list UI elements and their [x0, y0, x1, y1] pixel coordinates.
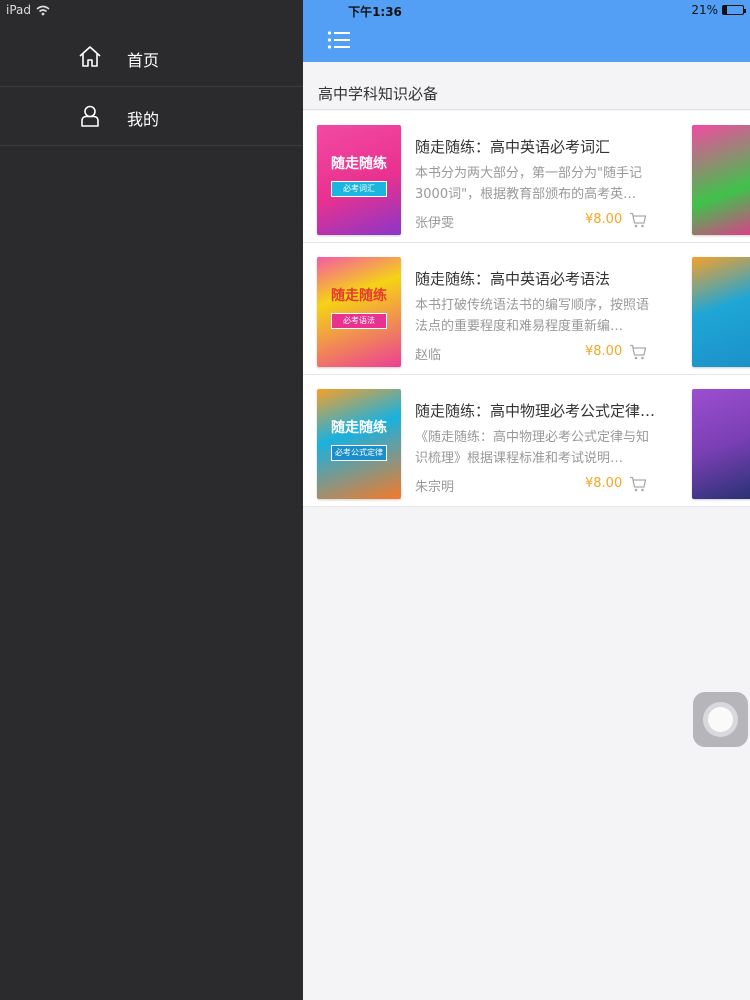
- menu-item-home-label: 首页: [127, 51, 160, 70]
- book-title[interactable]: 随走随练：高中英语必考词汇: [415, 136, 655, 157]
- status-time: 下午1:36: [348, 5, 402, 19]
- book-cover[interactable]: 随走随练 必考词汇: [317, 125, 401, 235]
- book-cover-peek[interactable]: [692, 257, 750, 367]
- book-row[interactable]: 随走随练 必考词汇 随走随练：高中英语必考词汇 本书分为两大部分，第一部分为"随…: [303, 111, 750, 243]
- home-icon: [79, 46, 101, 67]
- book-description: 本书分为两大部分，第一部分为"随手记3000词"，根据教育部颁布的高考英…: [415, 166, 642, 202]
- cover-title: 随走随练: [331, 156, 387, 172]
- book-author: 赵临: [415, 348, 442, 363]
- battery-level: [723, 6, 728, 14]
- book-description: 《随走随练：高中物理必考公式定律与知识梳理》根据课程标准和考试说明…: [415, 430, 650, 466]
- battery-percent: 21%: [691, 3, 718, 17]
- cover-band: 必考公式定律: [331, 445, 387, 461]
- status-right: 21%: [691, 3, 746, 17]
- book-cover-peek[interactable]: [692, 125, 750, 235]
- cart-icon[interactable]: [629, 212, 647, 228]
- book-cover[interactable]: 随走随练 必考语法: [317, 257, 401, 367]
- section-title: 高中学科知识必备: [318, 85, 439, 103]
- book-author: 张伊雯: [415, 216, 455, 231]
- section-header: 高中学科知识必备: [303, 62, 750, 110]
- menu-item-home[interactable]: 首页: [0, 29, 303, 87]
- cart-icon[interactable]: [629, 344, 647, 360]
- book-title[interactable]: 随走随练：高中英语必考语法: [415, 268, 655, 289]
- book-description: 本书打破传统语法书的编写顺序，按照语法点的重要程度和难易程度重新编…: [415, 298, 650, 334]
- list-menu-icon[interactable]: [327, 30, 353, 50]
- book-price: ¥8.00: [585, 212, 623, 227]
- cover-title: 随走随练: [331, 420, 387, 436]
- book-title[interactable]: 随走随练：高中物理必考公式定律…: [415, 400, 655, 421]
- cover-band: 必考语法: [331, 313, 387, 329]
- menu-item-mine-label: 我的: [127, 110, 160, 129]
- user-icon: [81, 105, 99, 127]
- side-menu: 首页 我的: [0, 0, 303, 1000]
- menu-item-mine[interactable]: 我的: [0, 88, 303, 146]
- book-row[interactable]: 随走随练 必考公式定律 随走随练：高中物理必考公式定律… 《随走随练：高中物理必…: [303, 375, 750, 507]
- book-cover[interactable]: 随走随练 必考公式定律: [317, 389, 401, 499]
- book-price: ¥8.00: [585, 344, 623, 359]
- battery-icon: [722, 5, 746, 15]
- cart-icon[interactable]: [629, 476, 647, 492]
- cover-title: 随走随练: [331, 288, 387, 304]
- app-screen: iPad 下午1:36 21% 首页 我的 高中学科知识必备 随走随练 必考词汇…: [0, 0, 750, 1000]
- book-cover-peek[interactable]: [692, 389, 750, 499]
- book-row[interactable]: 随走随练 必考语法 随走随练：高中英语必考语法 本书打破传统语法书的编写顺序，按…: [303, 243, 750, 375]
- book-author: 朱宗明: [415, 480, 455, 495]
- assistive-touch-button[interactable]: [693, 692, 748, 747]
- book-price: ¥8.00: [585, 476, 623, 491]
- main-panel: 高中学科知识必备 随走随练 必考词汇 随走随练：高中英语必考词汇 本书分为两大部…: [303, 0, 750, 1000]
- cover-band: 必考词汇: [331, 181, 387, 197]
- status-bar: iPad 下午1:36 21%: [0, 0, 750, 20]
- book-list: 随走随练 必考词汇 随走随练：高中英语必考词汇 本书分为两大部分，第一部分为"随…: [303, 111, 750, 507]
